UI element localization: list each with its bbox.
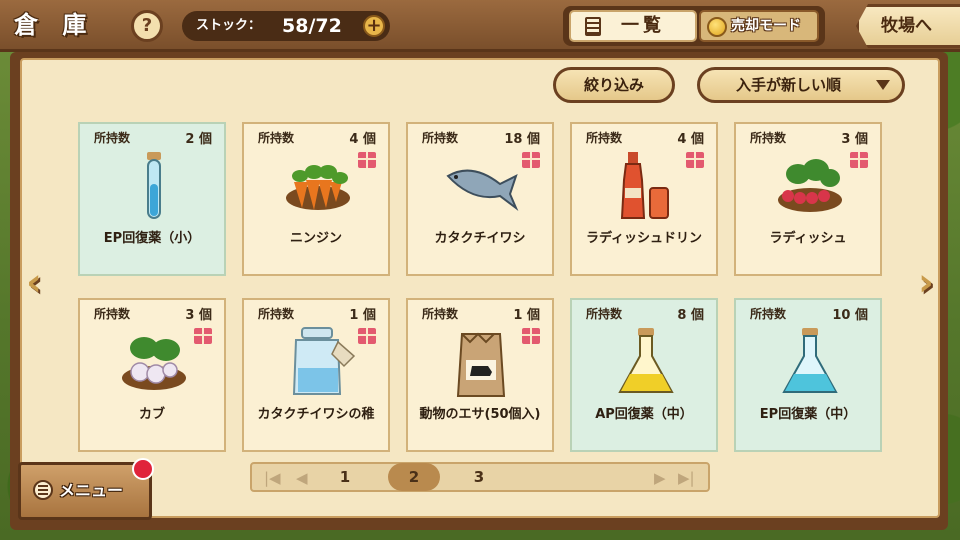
owned-count-label: 所持数 xyxy=(422,131,459,145)
owned-count-label: 所持数 xyxy=(586,307,623,321)
stock-indicator: ストック： 58/72 + xyxy=(182,11,390,41)
prev-page-arrow[interactable]: ‹ xyxy=(20,262,48,304)
item-name: ラディッシュ xyxy=(769,231,847,246)
notification-dot xyxy=(132,458,154,480)
tab-sell-mode[interactable]: 売却モード xyxy=(699,10,819,42)
owned-count-label: 所持数 xyxy=(750,307,787,321)
help-button[interactable]: ? xyxy=(131,10,163,42)
owned-count-label: 所持数 xyxy=(258,307,295,321)
page-2[interactable]: 2 xyxy=(399,464,429,490)
item-name: EP回復薬（中） xyxy=(759,407,857,422)
item-card[interactable]: 所持数 3 個ラディッシュ xyxy=(734,122,882,276)
item-card[interactable]: 所持数 8 個 AP回復薬（中） xyxy=(570,298,718,452)
gift-icon xyxy=(522,328,540,344)
sort-dropdown[interactable]: 入手が新しい順 xyxy=(697,67,905,103)
flask-blue-icon xyxy=(770,326,850,400)
owned-count-label: 所持数 xyxy=(586,131,623,145)
carrot-basket-icon xyxy=(278,150,358,224)
owned-count-value: 3 個 xyxy=(841,132,868,147)
item-card[interactable]: 所持数 4 個ニンジン xyxy=(242,122,390,276)
owned-count-value: 2 個 xyxy=(185,132,212,147)
radish-drink-icon xyxy=(606,150,686,224)
flask-yellow-icon xyxy=(606,326,686,400)
item-name: AP回復薬（中） xyxy=(595,407,693,422)
fish-jar-icon xyxy=(278,326,358,400)
item-card[interactable]: 所持数 1 個カタクチイワシの稚 xyxy=(242,298,390,452)
gift-icon xyxy=(850,152,868,168)
item-card[interactable]: 所持数 18 個カタクチイワシ xyxy=(406,122,554,276)
item-name: ニンジン xyxy=(289,231,342,246)
owned-count-value: 4 個 xyxy=(349,132,376,147)
owned-count-label: 所持数 xyxy=(422,307,459,321)
owned-count-label: 所持数 xyxy=(750,131,787,145)
owned-count-label: 所持数 xyxy=(94,131,131,145)
last-page-icon[interactable]: ▶| xyxy=(678,468,695,488)
page-title: 倉 庫 xyxy=(14,11,95,39)
owned-count-value: 1 個 xyxy=(349,308,376,323)
tab-sell-label: 売却モード xyxy=(731,18,801,34)
page-selector: |◀ ◀ 1 2 3 ▶ ▶| xyxy=(250,462,710,492)
owned-count-value: 18 個 xyxy=(504,132,540,147)
stock-label: ストック： xyxy=(196,18,262,33)
menu-label: メニュー xyxy=(59,481,124,500)
item-card[interactable]: 所持数 2 個 EP回復薬（小） xyxy=(78,122,226,276)
gift-icon xyxy=(686,152,704,168)
owned-count-value: 1 個 xyxy=(513,308,540,323)
go-to-ranch-button[interactable]: 牧場へ xyxy=(856,4,960,48)
view-mode-tabs: 一覧 売却モード xyxy=(563,6,825,46)
owned-count-value: 3 個 xyxy=(185,308,212,323)
next-page-arrow[interactable]: › xyxy=(912,262,940,304)
gift-icon xyxy=(358,152,376,168)
turnip-basket-icon xyxy=(114,326,194,400)
radish-basket-icon xyxy=(770,150,850,224)
item-name: カタクチイワシ xyxy=(434,231,526,246)
page-1[interactable]: 1 xyxy=(330,464,360,490)
owned-count-value: 4 個 xyxy=(677,132,704,147)
item-card[interactable]: 所持数 3 個カブ xyxy=(78,298,226,452)
owned-count-label: 所持数 xyxy=(258,131,295,145)
item-card[interactable]: 所持数 1 個動物のエサ(50個入) xyxy=(406,298,554,452)
top-bar: 倉 庫 ? ストック： 58/72 + 一覧 売却モード 牧場へ xyxy=(0,0,960,52)
prev-page-icon[interactable]: ◀ xyxy=(296,468,308,488)
tab-list-label: 一覧 xyxy=(621,15,665,36)
small-potion-blue-icon xyxy=(114,150,194,224)
item-name: ラディッシュドリン xyxy=(585,231,703,246)
next-page-icon[interactable]: ▶ xyxy=(654,468,666,488)
ranch-button-label: 牧場へ xyxy=(881,16,932,36)
owned-count-label: 所持数 xyxy=(94,307,131,321)
owned-count-value: 10 個 xyxy=(832,308,868,323)
item-name: 動物のエサ(50個入) xyxy=(419,407,541,422)
tab-list-view[interactable]: 一覧 xyxy=(569,10,697,42)
item-name: EP回復薬（小） xyxy=(103,231,201,246)
gift-icon xyxy=(358,328,376,344)
item-card[interactable]: 所持数 10 個 EP回復薬（中） xyxy=(734,298,882,452)
item-name: カブ xyxy=(138,407,165,422)
chevron-down-icon xyxy=(876,80,890,90)
coin-icon xyxy=(707,17,727,37)
gift-icon xyxy=(522,152,540,168)
stock-value: 58/72 xyxy=(282,15,342,37)
gift-icon xyxy=(194,328,212,344)
item-name: カタクチイワシの稚 xyxy=(257,407,375,422)
first-page-icon[interactable]: |◀ xyxy=(264,468,281,488)
menu-icon xyxy=(33,480,53,500)
list-icon xyxy=(585,17,601,36)
owned-count-value: 8 個 xyxy=(677,308,704,323)
sort-label: 入手が新しい順 xyxy=(736,76,842,94)
item-card[interactable]: 所持数 4 個ラディッシュドリン xyxy=(570,122,718,276)
anchovy-fish-icon xyxy=(442,150,522,224)
expand-stock-button[interactable]: + xyxy=(363,15,385,37)
filter-button[interactable]: 絞り込み xyxy=(553,67,675,103)
page-3[interactable]: 3 xyxy=(464,464,494,490)
animal-feed-bag-icon xyxy=(442,326,522,400)
